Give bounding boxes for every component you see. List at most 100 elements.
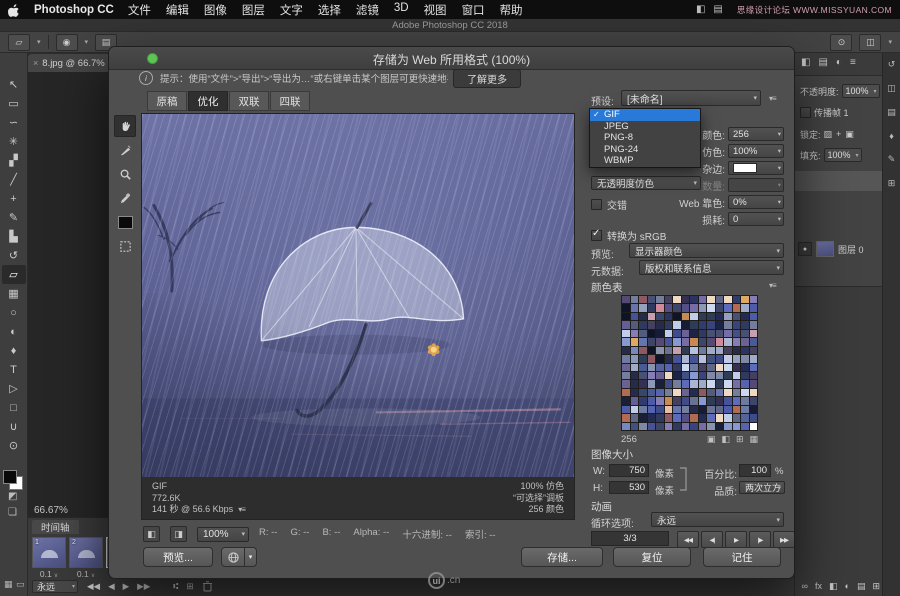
channels-panel-icon[interactable]: ▤: [887, 107, 896, 118]
color-swatch[interactable]: [733, 321, 741, 328]
color-swatch[interactable]: [741, 296, 749, 303]
color-swatch[interactable]: [741, 347, 749, 354]
color-swatch[interactable]: [741, 321, 749, 328]
color-swatch[interactable]: [716, 304, 724, 311]
learn-more-button[interactable]: 了解更多: [453, 69, 521, 88]
color-swatch[interactable]: [682, 397, 690, 404]
color-swatch[interactable]: [690, 296, 698, 303]
opacity-select[interactable]: 100%: [842, 84, 880, 98]
color-swatch[interactable]: [741, 313, 749, 320]
color-swatch[interactable]: [707, 389, 715, 396]
menu-item[interactable]: 3D: [394, 2, 409, 18]
color-swatch[interactable]: [707, 364, 715, 371]
dialog-tab[interactable]: 双联: [229, 91, 269, 111]
color-swatch[interactable]: [631, 414, 639, 421]
color-swatch[interactable]: [622, 423, 630, 430]
color-swatch[interactable]: [665, 380, 673, 387]
color-swatch[interactable]: [622, 372, 630, 379]
color-swatch[interactable]: [682, 313, 690, 320]
link-dimensions-icon[interactable]: [679, 464, 688, 499]
color-swatch[interactable]: [682, 347, 690, 354]
workspace-switch-icon[interactable]: ▦: [4, 579, 13, 590]
lock-position-icon[interactable]: +: [836, 129, 841, 140]
color-swatch[interactable]: [639, 372, 647, 379]
color-swatch[interactable]: [648, 423, 656, 430]
color-swatch[interactable]: [741, 423, 749, 430]
percent-input[interactable]: 100: [739, 464, 771, 477]
frame-thumbnail[interactable]: 1: [32, 537, 66, 568]
menu-item[interactable]: 视图: [424, 2, 447, 18]
zoom-tool[interactable]: ⊙: [2, 436, 26, 455]
color-swatch[interactable]: [682, 389, 690, 396]
color-swatch[interactable]: [707, 355, 715, 362]
color-swatch[interactable]: [716, 296, 724, 303]
color-swatch[interactable]: [631, 304, 639, 311]
color-swatch[interactable]: [631, 397, 639, 404]
anim-previous-frame-button[interactable]: ◀|: [701, 531, 723, 548]
color-swatch[interactable]: [699, 364, 707, 371]
color-swatch[interactable]: [682, 364, 690, 371]
color-swatch[interactable]: [648, 397, 656, 404]
brush-tool[interactable]: ✎: [2, 208, 26, 227]
display-icon[interactable]: ◧: [696, 4, 705, 15]
colors-select[interactable]: 256: [728, 127, 784, 141]
color-swatch[interactable]: [656, 414, 664, 421]
zoom-tool-icon[interactable]: [114, 163, 136, 185]
color-swatch[interactable]: [716, 406, 724, 413]
color-swatch[interactable]: [622, 364, 630, 371]
color-swatch[interactable]: [699, 406, 707, 413]
hand-tool[interactable]: ∪: [2, 417, 26, 436]
color-swatch[interactable]: [733, 296, 741, 303]
color-swatch[interactable]: [639, 423, 647, 430]
lock-transparency-icon[interactable]: ▨: [824, 129, 833, 140]
color-swatch[interactable]: [648, 406, 656, 413]
color-swatch[interactable]: [699, 380, 707, 387]
device-preview-icon[interactable]: ◨: [170, 526, 187, 542]
color-swatch[interactable]: [724, 423, 732, 430]
format-option[interactable]: ✓ GIF: [590, 109, 700, 121]
timeline-frame[interactable]: 2 0.1: [69, 537, 103, 579]
color-swatch[interactable]: [665, 330, 673, 337]
color-swatch[interactable]: [648, 304, 656, 311]
color-swatch[interactable]: [741, 372, 749, 379]
color-swatch[interactable]: [707, 347, 715, 354]
color-swatch[interactable]: [673, 347, 681, 354]
color-swatch[interactable]: [724, 296, 732, 303]
last-frame-button[interactable]: ▶▶: [137, 581, 150, 592]
foreground-color-swatch[interactable]: [3, 470, 17, 484]
transparency-dither-select[interactable]: 无透明度仿色: [591, 176, 701, 190]
save-button[interactable]: 存储...: [521, 547, 603, 567]
color-swatch[interactable]: [648, 296, 656, 303]
battery-icon[interactable]: ▤: [713, 4, 722, 15]
color-swatch[interactable]: [622, 406, 630, 413]
color-swatch[interactable]: [733, 397, 741, 404]
hand-tool-icon[interactable]: [114, 115, 136, 137]
color-swatch[interactable]: [741, 355, 749, 362]
color-swatch[interactable]: [707, 296, 715, 303]
menu-item[interactable]: 文字: [280, 2, 303, 18]
color-swatch[interactable]: [724, 338, 732, 345]
color-swatch[interactable]: [665, 304, 673, 311]
selected-layer-row[interactable]: [795, 171, 883, 191]
first-frame-button[interactable]: ◀◀: [87, 581, 100, 592]
lossy-select[interactable]: 0: [728, 212, 784, 226]
preview-image[interactable]: [142, 114, 574, 477]
metadata-select[interactable]: 版权和联系信息: [639, 260, 784, 275]
anim-play-button[interactable]: ▶: [725, 531, 747, 548]
color-swatch[interactable]: [673, 423, 681, 430]
color-swatch[interactable]: [741, 414, 749, 421]
anim-first-frame-button[interactable]: ◀◀: [677, 531, 699, 548]
color-swatch[interactable]: [733, 355, 741, 362]
color-swatch[interactable]: [733, 313, 741, 320]
color-swatch[interactable]: [648, 338, 656, 345]
remember-button[interactable]: 记住: [703, 547, 781, 567]
clone-stamp-tool[interactable]: ▙: [2, 227, 26, 246]
color-swatch[interactable]: [631, 313, 639, 320]
menu-item[interactable]: 帮助: [500, 2, 523, 18]
color-swatch[interactable]: [690, 406, 698, 413]
frame-thumbnail[interactable]: 2: [69, 537, 103, 568]
color-swatch[interactable]: [639, 330, 647, 337]
eyedropper-tool[interactable]: ╱: [2, 170, 26, 189]
brushes-panel-icon[interactable]: ✎: [888, 154, 896, 165]
color-swatch[interactable]: [699, 304, 707, 311]
